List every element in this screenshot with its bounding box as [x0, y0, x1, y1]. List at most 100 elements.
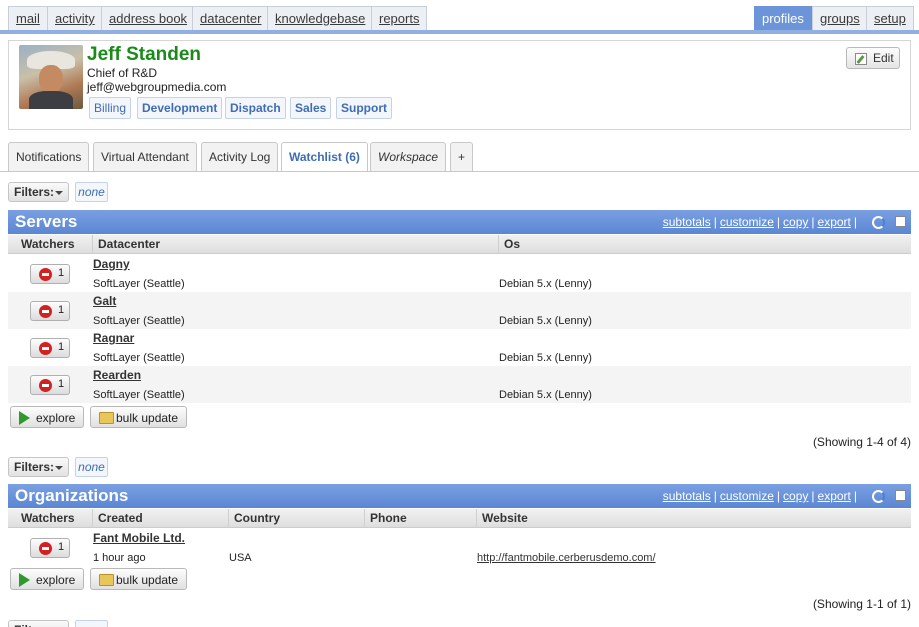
- bulk-update-label: bulk update: [116, 573, 179, 587]
- group-dispatch[interactable]: Dispatch: [225, 97, 286, 119]
- nav-tab-profiles[interactable]: profiles: [754, 6, 812, 30]
- column-phone[interactable]: Phone: [364, 509, 476, 528]
- explore-button[interactable]: explore: [10, 568, 84, 590]
- nav-tab-reports[interactable]: reports: [371, 6, 428, 30]
- column-watchers[interactable]: Watchers: [8, 509, 92, 528]
- organizations-table-header: Watchers Created Country Phone Website: [8, 509, 911, 528]
- server-name-link[interactable]: Dagny: [93, 257, 130, 271]
- datacenter-value: SoftLayer (Seattle): [93, 389, 185, 401]
- explore-label: explore: [36, 411, 76, 425]
- watchers-count: 1: [58, 541, 65, 553]
- export-link[interactable]: export: [818, 215, 851, 229]
- subtotals-link[interactable]: subtotals: [663, 215, 711, 229]
- created-value: 1 hour ago: [93, 552, 146, 564]
- table-row: 1 Rearden SoftLayer (Seattle) Debian 5.x…: [8, 366, 911, 403]
- datacenter-value: SoftLayer (Seattle): [93, 278, 185, 290]
- profile-tabs: Notifications Virtual Attendant Activity…: [0, 142, 919, 172]
- column-watchers[interactable]: Watchers: [8, 235, 92, 254]
- bulk-update-label: bulk update: [116, 411, 179, 425]
- export-link[interactable]: export: [818, 489, 851, 503]
- table-row: 1 Ragnar SoftLayer (Seattle) Debian 5.x …: [8, 329, 911, 366]
- copy-link[interactable]: copy: [783, 215, 808, 229]
- nav-tab-label: knowledgebase: [275, 11, 366, 26]
- refresh-icon[interactable]: [872, 216, 885, 229]
- folder-icon: [99, 412, 114, 424]
- datacenter-value: SoftLayer (Seattle): [93, 315, 185, 327]
- filters-button[interactable]: Filters:: [8, 457, 69, 477]
- filters-button[interactable]: Filters:: [8, 620, 69, 627]
- organization-name-link[interactable]: Fant Mobile Ltd.: [93, 531, 185, 545]
- play-icon: [19, 411, 30, 425]
- server-name-link[interactable]: Rearden: [93, 368, 141, 382]
- chevron-down-icon: [55, 191, 63, 195]
- nav-tab-label: profiles: [762, 11, 804, 26]
- group-development[interactable]: Development: [137, 97, 223, 119]
- column-os[interactable]: Os: [498, 235, 911, 254]
- edit-button[interactable]: Edit: [846, 47, 900, 69]
- filters-none[interactable]: none: [75, 620, 108, 627]
- nav-tab-activity[interactable]: activity: [47, 6, 103, 30]
- profile-title: Chief of R&D: [87, 66, 158, 80]
- copy-link[interactable]: copy: [783, 489, 808, 503]
- nav-tab-groups[interactable]: groups: [812, 6, 868, 30]
- os-value: Debian 5.x (Lenny): [499, 352, 592, 364]
- server-name-link[interactable]: Ragnar: [93, 331, 134, 345]
- folder-icon: [99, 574, 114, 586]
- watchers-button[interactable]: 1: [30, 264, 70, 284]
- edit-icon: [855, 53, 867, 65]
- bulk-update-button[interactable]: bulk update: [90, 568, 187, 590]
- watchers-button[interactable]: 1: [30, 538, 70, 558]
- datacenter-value: SoftLayer (Seattle): [93, 352, 185, 364]
- select-all-checkbox[interactable]: [895, 216, 906, 227]
- nav-divider: [0, 30, 919, 34]
- watchers-button[interactable]: 1: [30, 301, 70, 321]
- tab-notifications[interactable]: Notifications: [8, 142, 90, 171]
- customize-link[interactable]: customize: [720, 215, 774, 229]
- server-name-link[interactable]: Galt: [93, 294, 116, 308]
- nav-tab-setup[interactable]: setup: [866, 6, 914, 30]
- stop-icon: [39, 305, 52, 318]
- watchers-count: 1: [58, 341, 65, 353]
- column-created[interactable]: Created: [92, 509, 228, 528]
- stop-icon: [39, 342, 52, 355]
- subtotals-link[interactable]: subtotals: [663, 489, 711, 503]
- group-billing[interactable]: Billing: [89, 97, 132, 119]
- profile-email: jeff@webgroupmedia.com: [87, 80, 227, 94]
- explore-button[interactable]: explore: [10, 406, 84, 428]
- watchers-button[interactable]: 1: [30, 338, 70, 358]
- chevron-down-icon: [55, 466, 63, 470]
- tab-workspace[interactable]: Workspace: [370, 142, 447, 171]
- stop-icon: [39, 379, 52, 392]
- column-datacenter[interactable]: Datacenter: [92, 235, 498, 254]
- group-support[interactable]: Support: [336, 97, 392, 119]
- profile-card: Jeff Standen Chief of R&D jeff@webgroupm…: [8, 40, 911, 130]
- bulk-update-button[interactable]: bulk update: [90, 406, 187, 428]
- website-link[interactable]: http://fantmobile.cerberusdemo.com/: [477, 552, 656, 564]
- organizations-pagination-summary: (Showing 1-1 of 1): [812, 597, 911, 611]
- tab-watchlist[interactable]: Watchlist (6): [281, 142, 368, 172]
- stop-icon: [39, 542, 52, 555]
- column-website[interactable]: Website: [476, 509, 911, 528]
- column-country[interactable]: Country: [228, 509, 364, 528]
- tab-activity-log[interactable]: Activity Log: [201, 142, 279, 171]
- nav-tab-address-book[interactable]: address book: [101, 6, 196, 30]
- tab-add[interactable]: +: [450, 142, 474, 171]
- refresh-icon[interactable]: [872, 490, 885, 503]
- top-navigation: mail activity address book datacenter kn…: [0, 0, 919, 34]
- nav-tab-mail[interactable]: mail: [8, 6, 48, 30]
- group-sales[interactable]: Sales: [290, 97, 332, 119]
- customize-link[interactable]: customize: [720, 489, 774, 503]
- nav-tab-datacenter[interactable]: datacenter: [192, 6, 270, 30]
- nav-tab-label: groups: [820, 11, 860, 26]
- os-value: Debian 5.x (Lenny): [499, 315, 592, 327]
- filters-button[interactable]: Filters:: [8, 182, 69, 202]
- tab-virtual-attendant[interactable]: Virtual Attendant: [93, 142, 197, 171]
- servers-table-header: Watchers Datacenter Os: [8, 235, 911, 254]
- avatar: [19, 45, 83, 109]
- nav-tab-knowledgebase[interactable]: knowledgebase: [267, 6, 374, 30]
- select-all-checkbox[interactable]: [895, 490, 906, 501]
- os-value: Debian 5.x (Lenny): [499, 278, 592, 290]
- filters-none[interactable]: none: [75, 182, 108, 202]
- filters-none[interactable]: none: [75, 457, 108, 477]
- watchers-button[interactable]: 1: [30, 375, 70, 395]
